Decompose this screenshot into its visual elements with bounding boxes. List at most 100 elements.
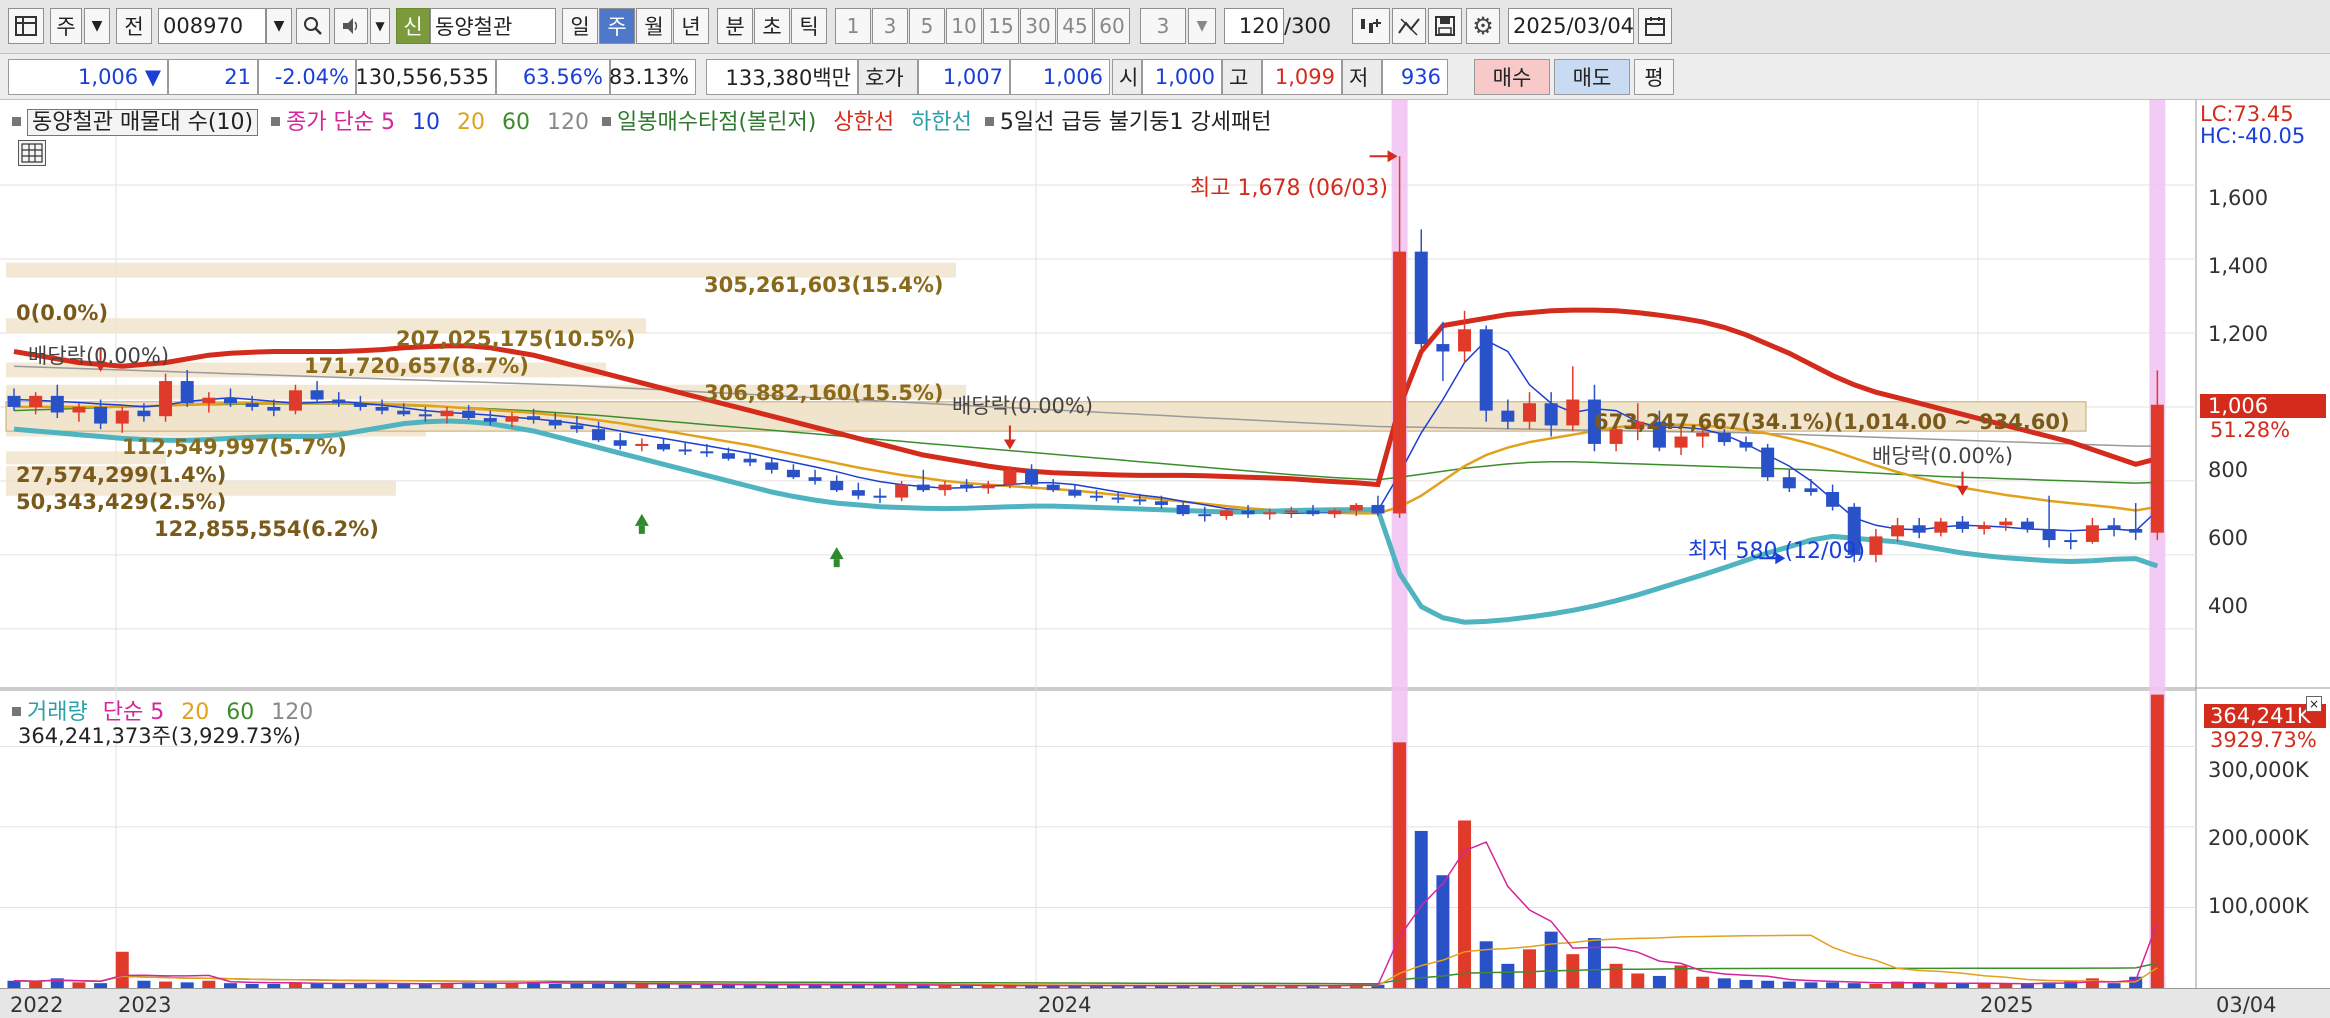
candle-body [1739, 442, 1753, 448]
tab-month[interactable]: 월 [636, 8, 672, 44]
view-total: /300 [1284, 14, 1332, 38]
candle-body [418, 414, 432, 417]
ma60-legend[interactable]: 60 [502, 110, 530, 135]
buy-button[interactable]: 매수 [1474, 59, 1550, 95]
candle-body [873, 495, 887, 498]
candle-body [159, 381, 173, 417]
period-selector[interactable]: 주 [50, 8, 82, 44]
volume-profile-legend[interactable]: 동양철관 매물대 수(10) [27, 109, 259, 136]
minute-option[interactable]: 60 [1094, 8, 1130, 44]
tab-day[interactable]: 일 [562, 8, 598, 44]
date-input[interactable]: 2025/03/04 [1508, 8, 1634, 44]
upper-band-legend[interactable]: 상한선 [833, 110, 894, 135]
candle-body [1826, 492, 1840, 507]
candle-body [592, 429, 606, 441]
candle-body [375, 406, 389, 411]
lc-value: LC:73.45 [2200, 102, 2294, 126]
volume-bar [1696, 976, 1710, 988]
candle-body [1956, 521, 1969, 529]
candle-body [137, 410, 151, 417]
gear-icon[interactable]: ⚙ [1466, 8, 1500, 44]
candle-body [94, 406, 108, 424]
layout-icon[interactable] [8, 8, 44, 44]
prev-button[interactable]: 전 [116, 8, 152, 44]
volume-ratio: 63.56% [496, 59, 610, 95]
x-tick: 2022 [10, 993, 64, 1017]
lower-band-legend[interactable]: 하한선 [911, 110, 972, 135]
minute-option[interactable]: 5 [909, 8, 945, 44]
ma10-legend[interactable]: 10 [412, 110, 440, 135]
speaker-icon[interactable] [334, 8, 368, 44]
pattern-legend[interactable]: 5일선 급등 불기둥1 강세패턴 [1000, 110, 1272, 135]
buy-signal-arrow-icon [833, 559, 840, 568]
minute-option[interactable]: 10 [946, 8, 982, 44]
volume-bar [1609, 963, 1623, 988]
candle-body [830, 480, 844, 491]
minute-option[interactable]: 45 [1057, 8, 1093, 44]
stock-code-input[interactable]: 008970 [158, 8, 266, 44]
candle-body [1068, 490, 1082, 496]
profile-label: 171,720,657(8.7%) [304, 354, 529, 378]
calendar-icon[interactable] [1638, 8, 1672, 44]
period-dropdown-icon[interactable]: ▼ [84, 8, 110, 44]
buy-signal-arrow-icon [638, 525, 645, 534]
x-tick: 03/04 [2216, 993, 2277, 1017]
table-icon[interactable] [18, 140, 46, 166]
interval-input[interactable]: 3 [1140, 8, 1186, 44]
candle-body [50, 395, 64, 413]
minute-option[interactable]: 3 [872, 8, 908, 44]
candle-body [1111, 497, 1125, 500]
ma120-legend[interactable]: 120 [547, 110, 589, 135]
crosshair-icon[interactable] [1392, 8, 1426, 44]
candle-body [1544, 403, 1558, 426]
volume-bar [1523, 949, 1536, 988]
candle-body [224, 397, 237, 404]
candle-body [1458, 329, 1472, 352]
minute-option[interactable]: 30 [1020, 8, 1056, 44]
high-label: 고 [1222, 59, 1262, 95]
speaker-dropdown-icon[interactable]: ▼ [370, 8, 390, 44]
candle-body [1133, 499, 1147, 502]
candle-body [1999, 521, 2013, 526]
sell-button[interactable]: 매도 [1554, 59, 1630, 95]
view-count-input[interactable]: 120 [1224, 8, 1284, 44]
candle-body [397, 410, 411, 415]
candle-body [960, 484, 974, 489]
volume-bar [1501, 963, 1515, 988]
volume-bar [7, 980, 21, 988]
candle-body [938, 484, 952, 491]
close-ma-legend[interactable]: 종가 단순 [286, 110, 374, 135]
candle-body [1717, 432, 1731, 443]
chart-area[interactable]: 동양철관 매물대 수(10) 종가 단순 5 10 20 60 120 일봉매수… [0, 100, 2330, 1018]
candle-body [2085, 525, 2099, 542]
minute-option[interactable]: 15 [983, 8, 1019, 44]
interval-dropdown-icon[interactable]: ▼ [1188, 8, 1216, 44]
search-icon[interactable] [296, 8, 330, 44]
price-value: 1,006 [78, 65, 139, 89]
close-icon[interactable]: × [2306, 696, 2322, 712]
code-dropdown-icon[interactable]: ▼ [266, 8, 292, 44]
eval-button[interactable]: 평 [1634, 59, 1674, 95]
compare-icon[interactable] [1352, 8, 1390, 44]
y-tick: 800 [2208, 458, 2249, 482]
tab-tick[interactable]: 틱 [791, 8, 827, 44]
ask-price: 1,007 [918, 59, 1010, 95]
candle-body [202, 397, 216, 404]
stock-name-field[interactable]: 동양철관 [430, 8, 556, 44]
profile-label: 207,025,175(10.5%) [396, 327, 636, 351]
tab-minute[interactable]: 분 [717, 8, 753, 44]
save-icon[interactable] [1428, 8, 1462, 44]
ma5-legend[interactable]: 5 [381, 110, 395, 135]
tab-second[interactable]: 초 [754, 8, 790, 44]
candle-body [462, 410, 476, 419]
buy-point-legend[interactable]: 일봉매수타점(볼린저) [617, 110, 816, 135]
tab-year[interactable]: 년 [673, 8, 709, 44]
main-toolbar: 주 ▼ 전 008970 ▼ ▼ 신 동양철관 일 주 월 년 분 초 틱 1 … [0, 0, 2330, 54]
minute-option[interactable]: 1 [835, 8, 871, 44]
profile-label: 0(0.0%) [16, 301, 109, 325]
candle-body [2042, 528, 2056, 541]
credit-badge: 신 [396, 8, 430, 44]
tab-week[interactable]: 주 [599, 8, 635, 44]
ma20-legend[interactable]: 20 [457, 110, 485, 135]
dividend-label: 배당락(0.00%) [28, 344, 170, 368]
